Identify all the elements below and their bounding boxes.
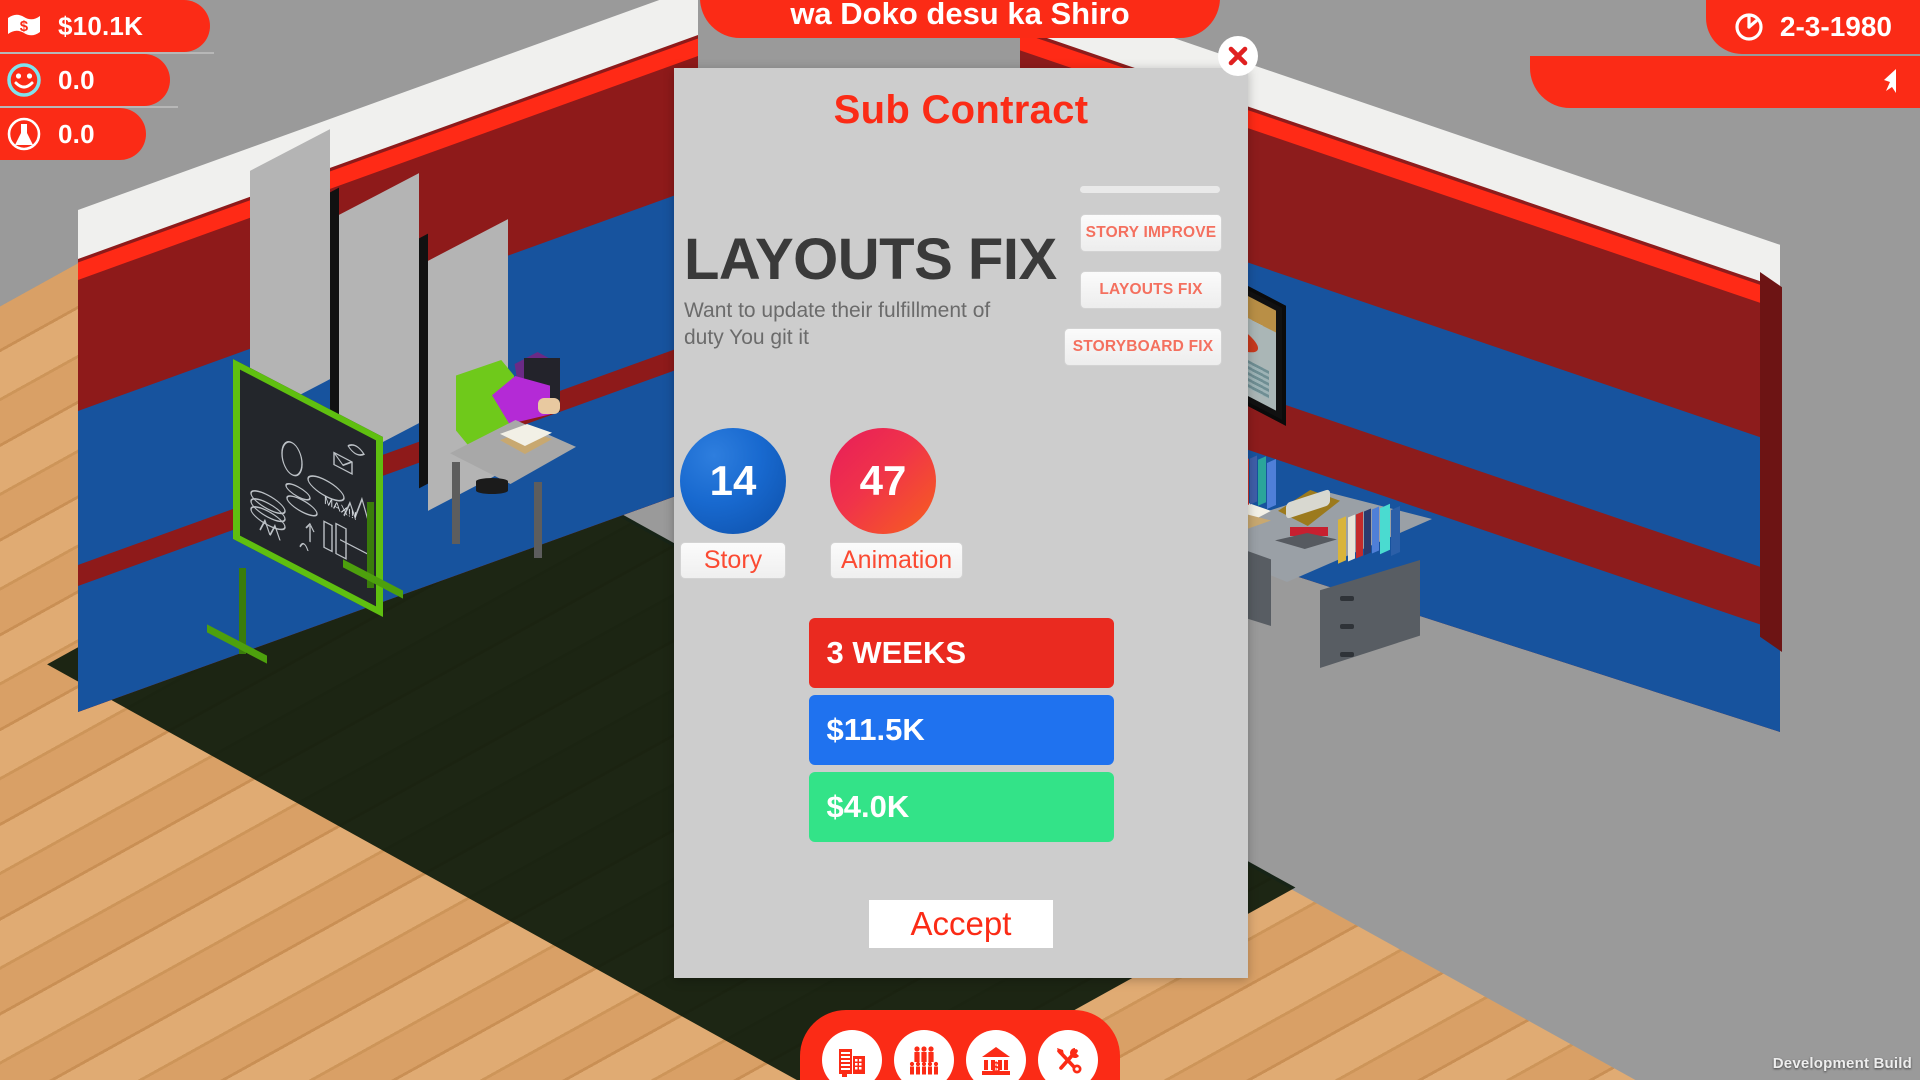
contract-type-list: STORY IMPROVE LAYOUTS FIX STORYBOARD FIX [1064,214,1222,385]
contract-option-layouts-fix[interactable]: LAYOUTS FIX [1080,271,1222,309]
hud-money-value: $10.1K [58,10,144,41]
sub-contract-dialog: Sub Contract LAYOUTS FIX Want to update … [674,68,1248,978]
book-holder-right [1338,500,1410,564]
contract-list-scrollbar[interactable] [1080,186,1220,193]
svg-text:MAX!!!: MAX!!! [324,494,357,523]
stat-story-label[interactable]: Story [680,542,786,579]
contract-cost-bar[interactable]: $4.0K [808,772,1114,842]
stat-story: 14 Story [680,428,786,579]
hud-cursor-bar[interactable] [1530,56,1920,108]
hud-happiness[interactable]: 0.0 [0,54,170,106]
bank-finance-icon[interactable]: $ [966,1030,1026,1080]
studio-title-bar: wa Doko desu ka Shiro [700,0,1220,38]
stat-animation-label[interactable]: Animation [830,542,964,579]
stat-animation: 47 Animation [830,428,964,579]
tools-icon[interactable] [1038,1030,1098,1080]
svg-text:$: $ [20,18,29,35]
hud-happiness-value: 0.0 [58,64,95,95]
hud-research[interactable]: 0.0 [0,108,146,160]
contract-payment-bar[interactable]: $11.5K [808,695,1114,765]
contract-values: 3 WEEKS $11.5K $4.0K [674,618,1248,849]
building-icon[interactable] [822,1030,882,1080]
right-wall-edge [1760,272,1782,652]
contract-duration-bar[interactable]: 3 WEEKS [808,618,1114,688]
drawer-handle-6 [1340,652,1354,657]
cursor-arrow-icon [1876,63,1906,102]
contract-option-story-improve[interactable]: STORY IMPROVE [1080,214,1222,252]
accept-button[interactable]: Accept [869,900,1053,948]
game-screen: MAX!!! $ $10.1K 0.0 0.0 wa Doko desu ka … [0,0,1920,1080]
contract-description: Want to update their fulfillment of duty… [684,299,991,349]
hud-date-value: 2-3-1980 [1779,11,1892,42]
contract-name: LAYOUTS FIX [684,227,1057,292]
stat-animation-value: 47 [830,428,936,534]
studio-title-text: wa Doko desu ka Shiro [790,0,1130,31]
staff-people-icon[interactable] [894,1030,954,1080]
research-flask-icon [4,114,44,154]
clock-icon [1732,10,1766,44]
hud-date[interactable]: 2-3-1980 [1705,0,1920,54]
contract-option-storyboard-fix[interactable]: STORYBOARD FIX [1064,328,1222,366]
character-hand [538,398,560,414]
hud-research-value: 0.0 [58,118,95,149]
desk-leg-2 [534,482,542,558]
desk-leg-1 [452,462,460,544]
drawer-handle-5 [1340,624,1354,629]
dialog-title: Sub Contract [833,88,1089,132]
waste-basket-center [476,478,508,494]
development-build-watermark: Development Build [1772,1055,1912,1072]
drawer-handle-4 [1340,596,1354,601]
money-flag-icon: $ [4,6,44,46]
bottom-dock: $ [800,1010,1120,1080]
close-x-icon[interactable] [1218,36,1258,76]
chalkboard: MAX!!! [207,358,403,664]
window-frame-2 [419,233,428,489]
svg-text:$: $ [992,1059,1001,1076]
happiness-smiley-icon [4,60,44,100]
hud-money[interactable]: $ $10.1K [0,0,210,52]
stat-story-value: 14 [680,428,786,534]
chalkboard-surface: MAX!!! [233,358,383,618]
